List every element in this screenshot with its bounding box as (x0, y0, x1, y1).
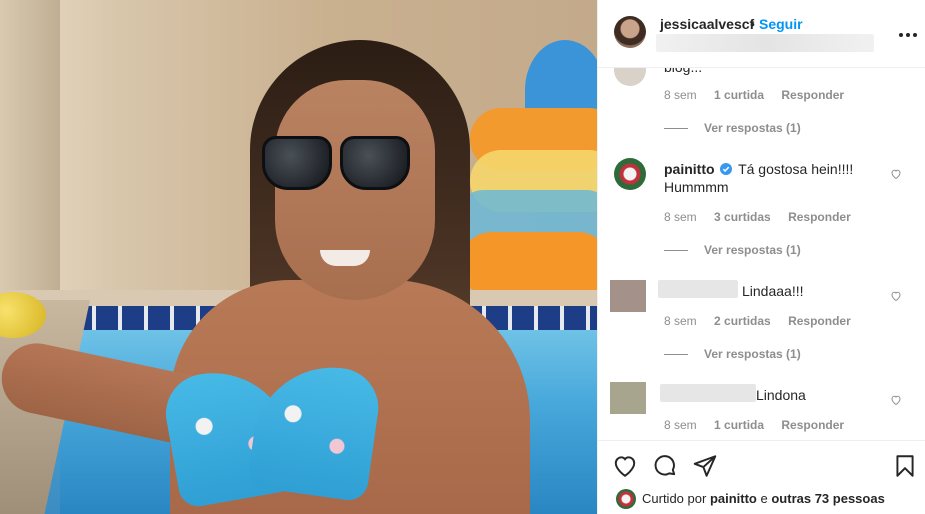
share-icon[interactable] (692, 453, 718, 479)
more-options-icon[interactable] (898, 22, 918, 43)
comment-body: painitto Tá gostosa hein!!!! Hummmm (664, 160, 874, 196)
post-photo[interactable] (0, 0, 597, 514)
comment-meta: 8 sem 1 curtida Responder (664, 418, 858, 432)
comment-time: 8 sem (664, 418, 697, 432)
comment-likes[interactable]: 3 curtidas (714, 210, 771, 224)
comment-meta: 8 sem 3 curtidas Responder (664, 210, 865, 224)
comment-text: Lindaaa!!! (742, 283, 804, 299)
blurred-username (660, 384, 756, 402)
liked-user[interactable]: painitto (710, 491, 757, 506)
commenter-avatar[interactable] (610, 280, 646, 312)
comment-likes[interactable]: 2 curtidas (714, 314, 771, 328)
follow-button[interactable]: Seguir (759, 16, 803, 32)
comment-time: 8 sem (664, 314, 697, 328)
reply-button[interactable]: Responder (781, 88, 844, 102)
comment-text: blog... (664, 68, 702, 76)
sunglasses-lens (340, 136, 410, 190)
heart-icon[interactable] (890, 394, 902, 406)
reply-button[interactable]: Responder (788, 210, 851, 224)
view-replies-label: Ver respostas (1) (704, 347, 801, 361)
heart-icon[interactable] (890, 168, 902, 180)
reply-button[interactable]: Responder (788, 314, 851, 328)
blurred-username (658, 280, 738, 298)
view-replies-label: Ver respostas (1) (704, 121, 801, 135)
liked-prefix: Curtido por (642, 491, 707, 506)
liked-by-text: Curtido por painitto e outras 73 pessoas (642, 491, 885, 506)
blurred-location (656, 34, 874, 52)
sunglasses-lens (262, 136, 332, 190)
comment-time: 8 sem (664, 88, 697, 102)
post-header: jessicaalvescf • Seguir (598, 0, 925, 68)
replies-line (664, 354, 688, 356)
separator-dot: • (750, 16, 755, 32)
replies-line (664, 128, 688, 130)
reply-button[interactable]: Responder (781, 418, 844, 432)
post-actions: Curtido por painitto e outras 73 pessoas (598, 440, 925, 514)
comment-text: Lindona (756, 387, 806, 403)
heart-icon[interactable] (890, 290, 902, 302)
liked-others[interactable]: outras 73 pessoas (771, 491, 884, 506)
comment-likes[interactable]: 1 curtida (714, 418, 764, 432)
post-panel: jessicaalvescf • Seguir blog... 8 sem 1 … (597, 0, 925, 514)
commenter-avatar[interactable] (614, 158, 646, 190)
comments-list[interactable]: blog... 8 sem 1 curtida Responder Ver re… (598, 68, 925, 440)
view-replies-button[interactable]: Ver respostas (1) (664, 243, 801, 257)
verified-badge-icon (720, 163, 733, 175)
heart-icon[interactable] (612, 453, 638, 479)
comment-username[interactable]: painitto (664, 161, 715, 177)
comment-icon[interactable] (652, 453, 678, 479)
view-replies-label: Ver respostas (1) (704, 243, 801, 257)
sunglasses (262, 136, 412, 196)
commenter-avatar[interactable] (610, 382, 646, 414)
view-replies-button[interactable]: Ver respostas (1) (664, 121, 801, 135)
comment-time: 8 sem (664, 210, 697, 224)
owner-username[interactable]: jessicaalvescf (660, 16, 754, 32)
person (0, 40, 530, 514)
owner-avatar[interactable] (614, 16, 646, 48)
replies-line (664, 250, 688, 252)
commenter-avatar[interactable] (614, 68, 646, 86)
wall-pillar (0, 0, 60, 300)
liked-middle: e (760, 491, 768, 506)
comment-likes[interactable]: 1 curtida (714, 88, 764, 102)
comment-meta: 8 sem 2 curtidas Responder (664, 314, 865, 328)
comment-meta: 8 sem 1 curtida Responder (664, 88, 858, 102)
liked-by-avatar[interactable] (616, 489, 636, 509)
view-replies-button[interactable]: Ver respostas (1) (664, 347, 801, 361)
bookmark-icon[interactable] (892, 453, 918, 479)
